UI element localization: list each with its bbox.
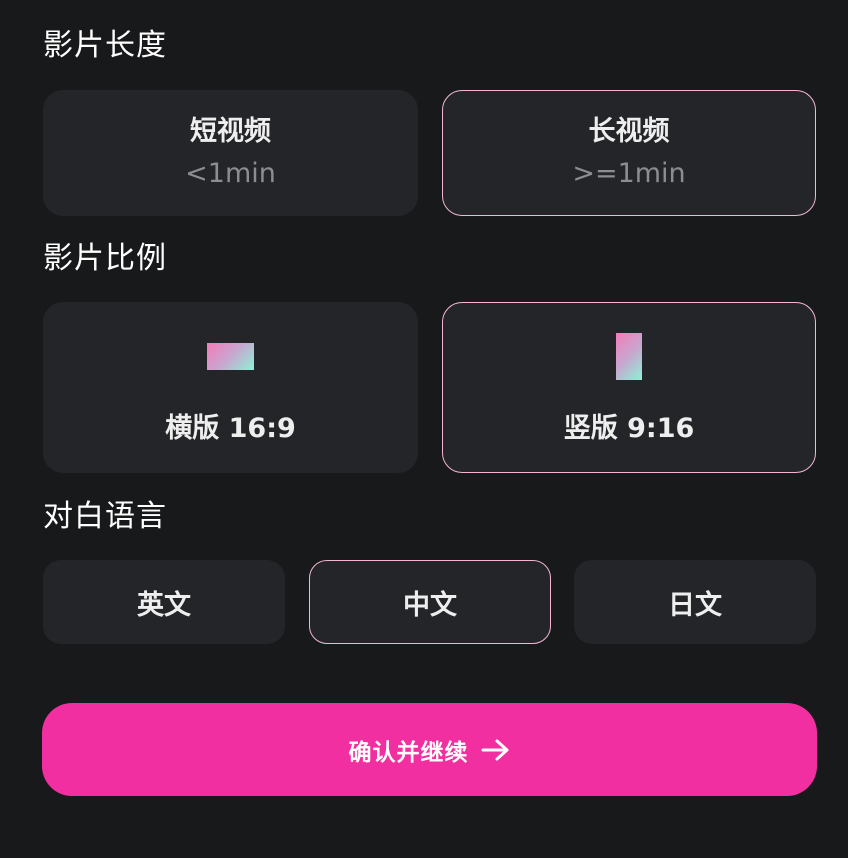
short-video-duration: <1min: [185, 158, 276, 189]
long-video-option[interactable]: 长视频 >=1min: [442, 90, 816, 216]
portrait-ratio-label: 竖版 9:16: [563, 413, 695, 444]
language-option-label: 中文: [403, 589, 457, 621]
landscape-ratio-option[interactable]: 横版 16:9: [43, 302, 418, 473]
short-video-option[interactable]: 短视频 <1min: [43, 90, 418, 216]
confirm-continue-button[interactable]: 确认并继续: [42, 703, 817, 796]
long-video-title: 长视频: [588, 116, 670, 147]
language-option-label: 日文: [668, 589, 722, 621]
length-section-title: 影片长度: [43, 28, 167, 63]
ratio-section-title: 影片比例: [43, 241, 167, 276]
language-option-label: 英文: [137, 589, 191, 621]
short-video-title: 短视频: [190, 116, 271, 147]
long-video-duration: >=1min: [572, 158, 686, 189]
landscape-ratio-icon: [207, 343, 254, 370]
language-section-title: 对白语言: [43, 499, 167, 534]
language-option-english[interactable]: 英文: [43, 560, 285, 644]
portrait-ratio-option[interactable]: 竖版 9:16: [442, 302, 816, 473]
arrow-right-icon: [481, 738, 511, 762]
language-option-japanese[interactable]: 日文: [574, 560, 816, 644]
confirm-button-label: 确认并继续: [348, 739, 469, 766]
landscape-ratio-label: 横版 16:9: [165, 413, 296, 444]
portrait-ratio-icon: [616, 333, 642, 380]
language-option-chinese[interactable]: 中文: [309, 560, 551, 644]
